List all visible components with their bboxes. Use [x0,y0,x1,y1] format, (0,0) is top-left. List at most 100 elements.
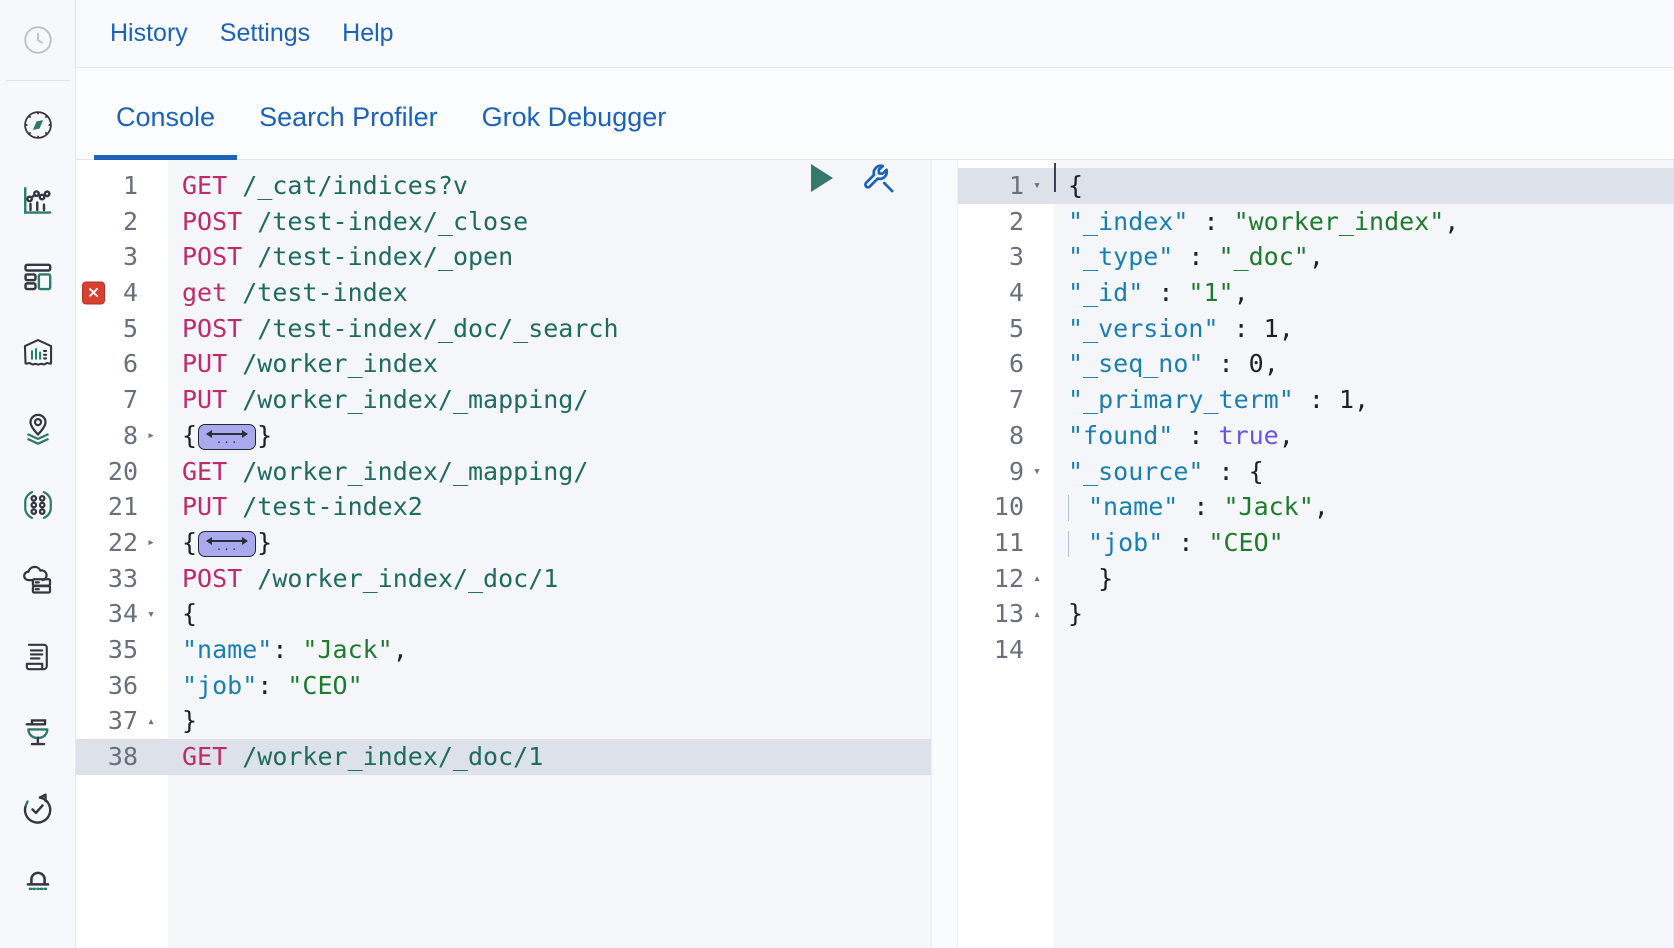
code-line-13[interactable]: } [1054,596,1674,632]
code-line-34[interactable]: { [168,596,931,632]
code-line-12[interactable]: } [1054,561,1674,597]
gutter-line-36[interactable]: 36 · [76,668,168,704]
code-line-11[interactable]: "job" : "CEO" [1054,525,1674,561]
code-line-2[interactable]: "_index" : "worker_index", [1054,204,1674,240]
code-line-20[interactable]: GET /worker_index/_mapping/ [168,454,931,490]
code-line-21[interactable]: PUT /test-index2 [168,489,931,525]
sidebar-item-logs[interactable] [16,635,60,679]
gutter-line-9[interactable]: 9 ▾ [958,454,1054,490]
code-line-5[interactable]: POST /test-index/_doc/_search [168,311,931,347]
gutter-line-5[interactable]: 5· [76,311,168,347]
code-line-1[interactable]: { [1054,163,1674,204]
gutter-line-14[interactable]: 14 · [958,632,1054,668]
gutter-line-2[interactable]: 2· [76,204,168,240]
sidebar-item-infrastructure[interactable] [16,559,60,603]
fold-toggle-icon[interactable]: ▾ [1030,179,1044,192]
sidebar-item-uptime[interactable] [16,787,60,831]
gutter-line-33[interactable]: 33 · [76,561,168,597]
response-output-code[interactable]: {"_index" : "worker_index", "_type" : "_d… [1054,160,1674,948]
gutter-line-35[interactable]: 35 · [76,632,168,668]
gutter-line-1[interactable]: 1 ▾ [958,168,1054,204]
play-icon[interactable] [811,163,833,192]
code-line-35[interactable]: "name": "Jack", [168,632,931,668]
request-path: /worker_index/_mapping/ [242,456,589,486]
code-line-33[interactable]: POST /worker_index/_doc/1 [168,561,931,597]
code-line-9[interactable]: "_source" : { [1054,454,1674,490]
code-line-14[interactable] [1054,632,1674,668]
fold-toggle-icon[interactable]: ▾ [144,608,158,621]
code-line-6[interactable]: "_seq_no" : 0, [1054,346,1674,382]
sidebar-item-machine-learning[interactable] [16,483,60,527]
collapsed-fold-widget[interactable]: ··· [198,423,257,450]
gutter-line-22[interactable]: 22 ▸ [76,525,168,561]
gutter-line-20[interactable]: 20 · [76,454,168,490]
request-editor-pane[interactable]: 1·2·3·×4·5·6·7·8▸20·21·22▸33·34▾35·36·37… [76,160,931,948]
fold-toggle-icon[interactable]: ▸ [144,429,158,442]
sidebar-item-dashboard[interactable] [16,255,60,299]
gutter-line-37[interactable]: 37 ▴ [76,703,168,739]
tab-console[interactable]: Console [94,102,238,160]
fold-toggle-icon[interactable]: ▾ [1030,465,1044,478]
code-line-8[interactable]: {···} [168,418,931,454]
code-line-36[interactable]: "job": "CEO" [168,668,931,704]
fold-toggle-icon[interactable]: ▴ [1030,608,1044,621]
menu-item-history[interactable]: History [94,15,204,52]
gutter-line-3[interactable]: 3· [958,239,1054,275]
gutter-line-1[interactable]: 1· [76,168,168,204]
sidebar-item-security[interactable] [16,863,60,907]
sidebar-item-apm[interactable] [16,711,60,755]
gutter-line-34[interactable]: 34 ▾ [76,596,168,632]
recently-viewed-icon[interactable] [16,18,60,62]
code-line-4[interactable]: "_id" : "1", [1054,275,1674,311]
request-editor-code[interactable]: GET /_cat/indices?v POST /test-index/_clo… [168,160,931,948]
gutter-line-38[interactable]: 38 · [76,739,168,775]
response-output-pane[interactable]: 1▾2·3·4·5·6·7·8·9▾10·11·12▴13▴14· {"_ind… [958,160,1674,948]
gutter-line-7[interactable]: 7· [958,382,1054,418]
gutter-line-8[interactable]: 8 ▸ [76,418,168,454]
sidebar-item-discover[interactable] [16,103,60,147]
code-line-4[interactable]: get /test-index [168,275,931,311]
fold-toggle-icon[interactable]: ▴ [144,715,158,728]
code-line-8[interactable]: "found" : true, [1054,418,1674,454]
code-line-10[interactable]: "name" : "Jack", [1054,489,1674,525]
tab-grok-debugger[interactable]: Grok Debugger [460,102,689,160]
gutter-line-6[interactable]: 6· [76,346,168,382]
code-line-3[interactable]: POST /test-index/_open [168,239,931,275]
code-line-2[interactable]: POST /test-index/_close [168,204,931,240]
gutter-line-11[interactable]: 11 · [958,525,1054,561]
sidebar-item-canvas[interactable] [16,331,60,375]
gutter-line-21[interactable]: 21 · [76,489,168,525]
fold-toggle-icon[interactable]: ▸ [144,536,158,549]
gutter-line-5[interactable]: 5· [958,311,1054,347]
code-line-3[interactable]: "_type" : "_doc", [1054,239,1674,275]
request-editor-gutter[interactable]: 1·2·3·×4·5·6·7·8▸20·21·22▸33·34▾35·36·37… [76,160,168,948]
collapsed-fold-widget[interactable]: ··· [198,530,257,557]
gutter-line-8[interactable]: 8· [958,418,1054,454]
menu-item-settings[interactable]: Settings [204,15,326,52]
fold-toggle-icon[interactable]: ▴ [1030,572,1044,585]
menu-item-help[interactable]: Help [326,15,409,52]
code-line-7[interactable]: "_primary_term" : 1, [1054,382,1674,418]
gutter-line-10[interactable]: 10 · [958,489,1054,525]
sidebar-item-visualize[interactable] [16,179,60,223]
code-line-37[interactable]: } [168,703,931,739]
code-line-7[interactable]: PUT /worker_index/_mapping/ [168,382,931,418]
wrench-icon[interactable] [861,161,895,195]
gutter-line-2[interactable]: 2· [958,204,1054,240]
code-line-22[interactable]: {···} [168,525,931,561]
code-line-38[interactable]: GET /worker_index/_doc/1 [168,163,931,775]
gutter-line-13[interactable]: 13 ▴ [958,596,1054,632]
gutter-line-3[interactable]: 3· [76,239,168,275]
tab-search-profiler[interactable]: Search Profiler [237,102,460,160]
sidebar-item-recently-viewed[interactable] [16,0,60,80]
sidebar-item-maps[interactable] [16,407,60,451]
code-line-5[interactable]: "_version" : 1, [1054,311,1674,347]
editor-splitter[interactable] [931,160,958,948]
gutter-line-12[interactable]: 12 ▴ [958,561,1054,597]
code-line-6[interactable]: PUT /worker_index [168,346,931,382]
error-marker-icon[interactable]: × [82,281,105,305]
gutter-line-4[interactable]: × 4 · [76,275,168,311]
gutter-line-4[interactable]: 4· [958,275,1054,311]
gutter-line-7[interactable]: 7· [76,382,168,418]
gutter-line-6[interactable]: 6· [958,346,1054,382]
